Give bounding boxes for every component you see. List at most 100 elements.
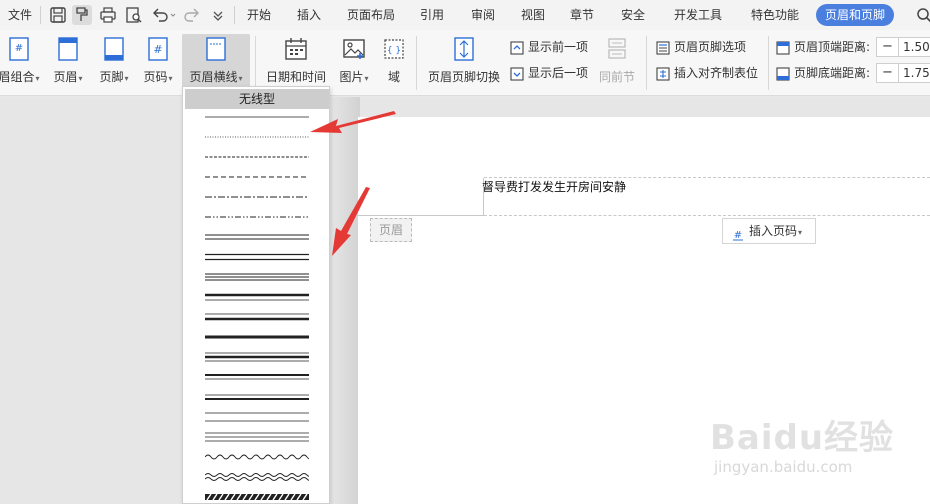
ribbon: # 眉组合▾ 页眉▾ 页脚▾ # 页码▾ 页眉横线▾ 日期和时间 图片▾ {}… — [0, 30, 930, 96]
header-text[interactable]: 督导费打发发生开房间安静 — [482, 178, 626, 195]
header-top-distance-label-row: 页眉顶端距离: — [775, 36, 870, 58]
tab-developer[interactable]: 开发工具 — [674, 0, 722, 30]
insert-page-number-button[interactable]: # 插入页码▾ — [722, 218, 816, 244]
page-number-icon: # — [146, 36, 170, 62]
header-footer-options-button[interactable]: 页眉页脚选项 — [655, 36, 746, 58]
ribbon-divider — [416, 36, 417, 90]
same-as-previous-icon — [605, 36, 629, 62]
footer-icon — [102, 36, 126, 62]
switch-label: 页眉页脚切换 — [427, 70, 500, 84]
insert-align-tab-button[interactable]: 插入对齐制表位 — [655, 62, 758, 84]
menu-divider — [40, 6, 41, 24]
menu-file[interactable]: 文件 — [8, 0, 32, 30]
tab-start[interactable]: 开始 — [247, 0, 271, 30]
field-icon: { } — [382, 36, 406, 62]
tab-header-footer[interactable]: 页眉和页脚 — [816, 4, 895, 26]
line-style-option[interactable] — [205, 431, 309, 443]
margin-corner-mark — [358, 215, 484, 216]
search-icon[interactable] — [914, 5, 930, 25]
tab-section[interactable]: 章节 — [570, 0, 594, 30]
tab-view[interactable]: 视图 — [521, 0, 545, 30]
header-distance-icon — [775, 40, 791, 56]
same-as-previous-button: 同前节 — [596, 34, 638, 90]
header-footer-options-label: 页眉页脚选项 — [674, 40, 747, 54]
print-icon[interactable] — [98, 5, 118, 25]
tab-special[interactable]: 特色功能 — [751, 0, 799, 30]
svg-text:#: # — [15, 43, 23, 54]
line-style-option[interactable] — [205, 211, 309, 223]
show-next-button[interactable]: 显示后一项 — [509, 62, 588, 84]
header-top-distance-value: 1.50 — [903, 40, 930, 54]
undo-icon[interactable] — [150, 5, 178, 25]
header-footer-switch-button[interactable]: 页眉页脚切换 — [424, 34, 504, 90]
tab-security[interactable]: 安全 — [621, 0, 645, 30]
redo-icon[interactable] — [182, 5, 210, 25]
watermark-url: jingyan.baidu.com — [714, 458, 853, 476]
line-style-option[interactable] — [205, 331, 309, 343]
header-line-label: 页眉横线 — [189, 70, 238, 84]
line-style-option[interactable] — [205, 371, 309, 383]
line-style-option[interactable] — [205, 151, 309, 163]
header-top-distance-stepper[interactable]: − 1.50 — [876, 37, 930, 57]
same-as-previous-label: 同前节 — [598, 70, 635, 84]
page-shadow — [330, 97, 360, 504]
watermark-brand: Baidu经验 — [710, 418, 895, 458]
header-icon — [56, 36, 80, 62]
line-style-option[interactable] — [205, 251, 309, 263]
header-top-distance-label: 页眉顶端距离: — [794, 40, 871, 54]
header-combo-label: 眉组合 — [0, 70, 35, 84]
header-boundary — [484, 215, 930, 216]
ribbon-divider — [768, 36, 769, 90]
footer-bottom-distance-stepper[interactable]: − 1.75 — [876, 63, 930, 83]
header-combo-icon: # — [7, 36, 31, 62]
line-style-option[interactable] — [205, 171, 309, 183]
ribbon-divider — [255, 36, 256, 90]
line-style-option[interactable] — [205, 451, 309, 463]
no-line-option[interactable]: 无线型 — [185, 89, 329, 109]
line-style-option[interactable] — [205, 291, 309, 303]
datetime-button[interactable]: 日期和时间 — [262, 34, 330, 90]
picture-icon — [342, 36, 366, 62]
decrease-button[interactable]: − — [877, 38, 899, 56]
footer-bottom-distance-value: 1.75 — [903, 66, 930, 80]
line-style-option[interactable] — [205, 111, 309, 123]
line-style-option[interactable] — [205, 131, 309, 143]
header-combo-button[interactable]: # 眉组合▾ — [0, 34, 44, 90]
line-style-option[interactable] — [205, 411, 309, 423]
line-style-option[interactable] — [205, 231, 309, 243]
show-previous-icon — [509, 40, 525, 56]
header-button[interactable]: 页眉▾ — [48, 34, 88, 90]
tab-review[interactable]: 审阅 — [471, 0, 495, 30]
save-icon[interactable] — [48, 5, 68, 25]
calendar-icon — [284, 36, 308, 62]
footer-bottom-distance-label: 页脚底端距离: — [794, 66, 871, 80]
format-painter-icon[interactable] — [72, 5, 92, 25]
line-style-option[interactable] — [205, 271, 309, 283]
print-preview-icon[interactable] — [124, 5, 144, 25]
menu-divider — [234, 6, 235, 24]
header-line-button[interactable]: 页眉横线▾ — [182, 34, 250, 90]
footer-button[interactable]: 页脚▾ — [94, 34, 134, 90]
tab-page-layout[interactable]: 页面布局 — [347, 0, 395, 30]
line-style-option[interactable] — [205, 311, 309, 323]
line-style-option[interactable] — [205, 491, 309, 503]
line-style-option[interactable] — [205, 351, 309, 363]
line-style-option[interactable] — [205, 191, 309, 203]
header-label: 页眉 — [53, 70, 78, 84]
line-style-option[interactable] — [205, 471, 309, 483]
decrease-button[interactable]: − — [877, 64, 899, 82]
customize-quick-access-icon[interactable] — [208, 5, 228, 25]
tab-insert[interactable]: 插入 — [297, 0, 321, 30]
field-button[interactable]: { } 域 — [380, 34, 408, 90]
picture-button[interactable]: 图片▾ — [334, 34, 374, 90]
options-icon — [655, 40, 671, 56]
header-line-icon — [204, 36, 228, 62]
field-label: 域 — [387, 70, 400, 84]
page-number-button[interactable]: # 页码▾ — [138, 34, 178, 90]
footer-distance-icon — [775, 66, 791, 82]
footer-label: 页脚 — [99, 70, 124, 84]
line-style-option[interactable] — [205, 391, 309, 403]
tab-references[interactable]: 引用 — [420, 0, 444, 30]
footer-bottom-distance-label-row: 页脚底端距离: — [775, 62, 870, 84]
show-previous-button[interactable]: 显示前一项 — [509, 36, 588, 58]
